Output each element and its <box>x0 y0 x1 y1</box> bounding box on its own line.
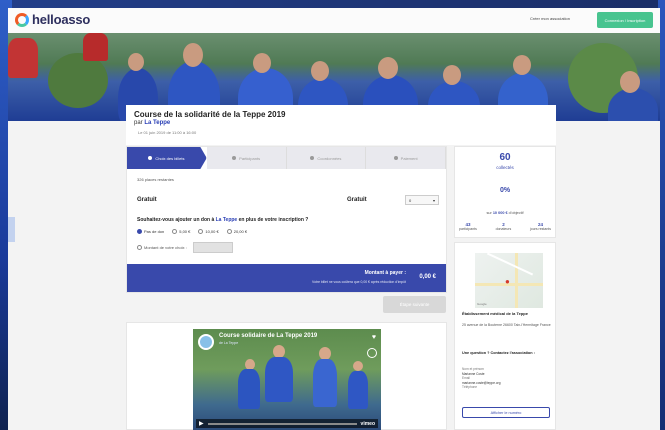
custom-donation-row: Montant de votre choix : <box>137 242 233 253</box>
goal-percent: 0% <box>499 187 511 194</box>
goal-prefix: sur <box>486 211 492 215</box>
goal-suffix: d'objectif <box>508 211 524 215</box>
step-label: Paiement <box>400 155 418 161</box>
show-phone-button[interactable]: Afficher le numéro <box>462 407 550 418</box>
step-contact: Coordonnées <box>286 147 367 169</box>
contact-details: Nom et prénom Marianne Coste Email maria… <box>462 367 554 390</box>
donation-question: Souhaitez-vous ajouter un don à La Teppe… <box>137 217 308 223</box>
event-date: Le 01 juin 2019 de 11:00 à 16:00 <box>138 130 197 135</box>
goal-text: sur 10 000 € d'objectif <box>455 211 555 215</box>
donation-option-5[interactable]: 5,00 € <box>172 229 190 234</box>
ticket-name: Gratuit <box>137 197 157 203</box>
ticket-form: Choix des billets Participants Coordonné… <box>126 146 447 293</box>
donation-question-suffix: en plus de votre inscription ? <box>238 217 309 223</box>
stats-row: 43 participants 2 donateurs 24 jours restan… <box>459 222 551 231</box>
donation-options: Pas de don 5,00 € 10,00 € 20,00 € <box>137 229 247 234</box>
next-step-button[interactable]: Étape suivante <box>383 296 446 313</box>
organizer-link[interactable]: La Teppe <box>144 120 170 126</box>
ticket-quantity-value: 0 <box>409 197 412 203</box>
fundraising-stats: 60 collectés 0% sur 10 000 € d'objectif … <box>454 146 556 238</box>
step-payment: Paiement <box>366 147 446 169</box>
radio-selected-icon <box>137 229 142 234</box>
logo-text: helloasso <box>32 12 91 27</box>
custom-donation-input[interactable] <box>192 242 233 253</box>
create-association-link[interactable]: Créer mon association <box>530 16 570 21</box>
top-navigation-bar: helloasso Créer mon association Connexio… <box>8 8 660 34</box>
event-organizer: par La Teppe <box>134 120 170 126</box>
days-label: jours restants <box>529 227 551 231</box>
contact-email[interactable]: marianne.coste@teppe.org <box>462 381 501 385</box>
donors-label: donateurs <box>495 227 512 231</box>
total-bar: Montant à payer : Votre billet ne vous c… <box>127 264 446 292</box>
place-name: Établissement médical de la Teppe <box>462 311 528 316</box>
option-label: 20,00 € <box>233 229 248 234</box>
organizer-prefix: par <box>134 120 143 126</box>
option-label: 5,00 € <box>179 229 191 234</box>
map-pin-icon: ● <box>505 277 510 286</box>
side-feedback-tab[interactable] <box>8 217 15 242</box>
stat-participants: 43 participants <box>459 222 477 231</box>
donation-org-link[interactable]: La Teppe <box>216 217 238 223</box>
play-icon[interactable]: ▶ <box>199 420 204 427</box>
remaining-places: 326 places restantes <box>137 177 174 182</box>
contact-phone-label: Téléphone <box>462 385 478 389</box>
step-dot-icon <box>393 156 398 160</box>
channel-avatar[interactable] <box>198 334 214 350</box>
google-logo: Google <box>477 302 487 306</box>
location-card: ● Google Établissement médical de la Tep… <box>454 242 556 430</box>
donation-option-10[interactable]: 10,00 € <box>198 229 219 234</box>
collected-label: collectés <box>496 165 514 170</box>
step-dot-icon <box>148 156 153 160</box>
ticket-row: Gratuit Gratuit 0 ▾ <box>137 195 439 211</box>
logo[interactable]: helloasso <box>15 12 90 27</box>
video-subtitle: de La Teppe <box>219 341 239 345</box>
step-label: Choix des billets <box>155 155 185 161</box>
total-label: Montant à payer : <box>364 270 406 276</box>
radio-icon[interactable] <box>137 245 142 250</box>
location-map[interactable]: ● Google <box>475 253 543 308</box>
donation-question-prefix: Souhaitez-vous ajouter un don à <box>137 217 215 223</box>
step-dot-icon <box>232 156 237 160</box>
step-participants: Participants <box>206 147 287 169</box>
total-note: Votre billet ne vous coûtera que 0,00 € … <box>312 280 406 284</box>
donation-option-none[interactable]: Pas de don <box>137 229 164 234</box>
stat-days-left: 24 jours restants <box>530 222 551 231</box>
step-label: Participants <box>239 155 261 161</box>
helloasso-logo-icon <box>15 12 29 27</box>
step-choose-tickets[interactable]: Choix des billets <box>127 147 207 169</box>
ticket-price: Gratuit <box>347 197 367 203</box>
step-dot-icon <box>310 156 315 160</box>
checkout-steps: Choix des billets Participants Coordonné… <box>127 147 446 169</box>
radio-icon <box>226 229 232 234</box>
ticket-quantity-select[interactable]: 0 ▾ <box>405 195 439 205</box>
video-progress-bar[interactable] <box>207 422 357 425</box>
event-title-card: Course de la solidarité de la Teppe 2019… <box>126 105 556 145</box>
custom-donation-label: Montant de votre choix : <box>144 245 187 250</box>
video-controls: ▶ vimeo <box>196 419 378 428</box>
like-icon[interactable]: ♥ <box>372 334 376 341</box>
vimeo-logo[interactable]: vimeo <box>361 421 375 427</box>
radio-icon <box>198 229 204 234</box>
radio-icon <box>172 229 178 234</box>
option-label: 10,00 € <box>205 229 219 234</box>
option-label: Pas de don <box>144 229 165 234</box>
contact-name: Marianne Coste <box>462 371 485 376</box>
place-address: 25 avenue de la Bouterne 26600 Tain-l'He… <box>462 323 551 327</box>
watch-later-icon[interactable] <box>367 348 377 358</box>
video-player[interactable]: Course solidaire de La Teppe 2019 de La … <box>193 329 381 430</box>
event-title: Course de la solidarité de la Teppe 2019 <box>134 110 286 119</box>
step-label: Coordonnées <box>317 155 342 161</box>
contact-question: Une question ? Contactez l'association : <box>462 351 535 355</box>
total-amount: 0,00 € <box>419 274 436 280</box>
stat-donors: 2 donateurs <box>496 222 512 231</box>
goal-amount: 10 000 € <box>492 211 508 215</box>
chevron-down-icon: ▾ <box>432 197 435 203</box>
collected-amount: 60 <box>499 152 511 163</box>
participants-label: participants <box>459 227 477 231</box>
video-title[interactable]: Course solidaire de La Teppe 2019 <box>219 333 317 339</box>
donation-option-20[interactable]: 20,00 € <box>226 229 248 234</box>
connect-button[interactable]: Connexion / Inscription <box>597 12 653 28</box>
